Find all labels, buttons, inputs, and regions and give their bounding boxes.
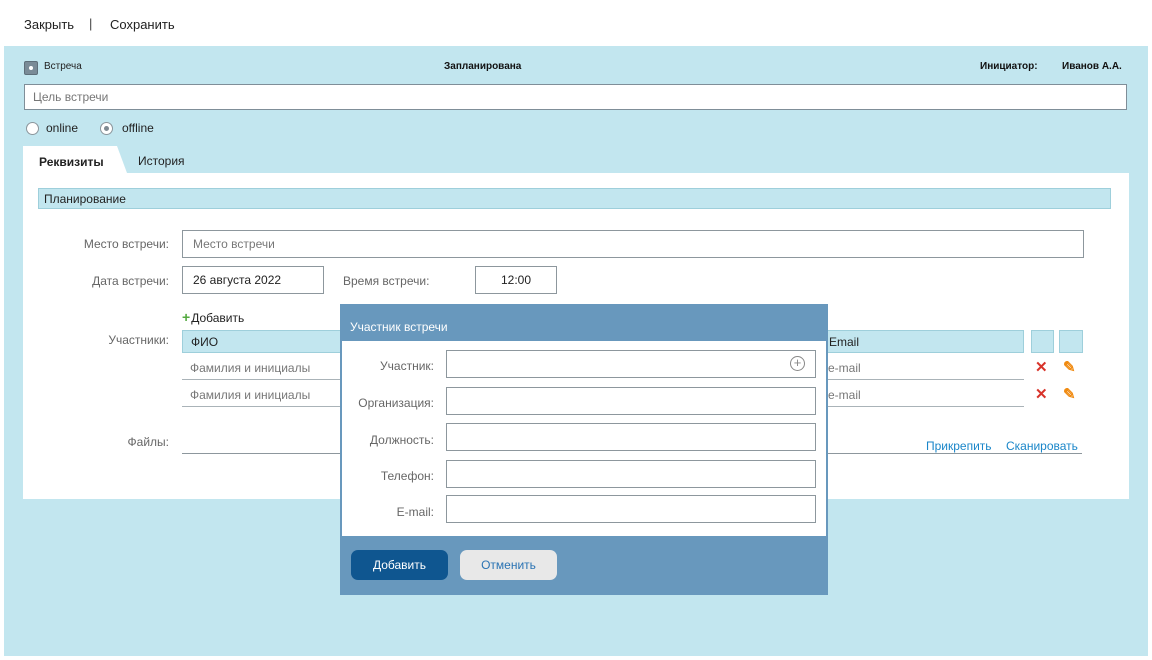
organization-field[interactable] [446, 387, 816, 415]
tab-requisites-label: Реквизиты [39, 155, 104, 169]
cancel-button[interactable]: Отменить [460, 550, 557, 580]
place-label: Место встречи: [83, 237, 169, 251]
save-button[interactable]: Сохранить [110, 17, 175, 32]
pencil-icon[interactable]: ✎ [1063, 385, 1076, 403]
email-field-label: E-mail: [396, 505, 434, 519]
offline-label: offline [122, 121, 154, 135]
place-input[interactable]: Место встречи [182, 230, 1084, 258]
participant-field-label: Участник: [380, 359, 434, 373]
time-label: Время встречи: [343, 274, 430, 288]
participants-label: Участники: [108, 333, 169, 347]
planning-section-header: Планирование [38, 188, 1111, 209]
phone-field-label: Телефон: [380, 469, 434, 483]
plus-icon: + [182, 309, 191, 325]
tab-requisites[interactable]: Реквизиты [23, 146, 127, 173]
plus-circle-icon[interactable]: + [790, 356, 805, 371]
date-label: Дата встречи: [92, 274, 169, 288]
meeting-purpose-input[interactable] [24, 84, 1127, 110]
initiator-value: Иванов А.А. [1062, 61, 1122, 72]
initiator-label: Инициатор: [980, 61, 1038, 72]
attach-link[interactable]: Прикрепить [926, 439, 992, 453]
toolbar: Закрыть | Сохранить [0, 0, 1152, 46]
online-radio[interactable] [26, 122, 39, 135]
participant-email-cell[interactable]: e-mail [820, 381, 1024, 407]
meeting-icon [24, 61, 38, 75]
scan-link[interactable]: Сканировать [1006, 439, 1078, 453]
date-input[interactable]: 26 августа 2022 [182, 266, 324, 294]
pencil-icon[interactable]: ✎ [1063, 358, 1076, 376]
column-header-edit [1059, 330, 1083, 353]
online-label: online [46, 121, 79, 135]
status-label: Запланирована [444, 61, 522, 72]
close-button[interactable]: Закрыть [24, 17, 74, 32]
time-input[interactable]: 12:00 [475, 266, 557, 294]
document-type: Встреча [44, 61, 82, 72]
offline-radio[interactable] [100, 122, 113, 135]
phone-field[interactable] [446, 460, 816, 488]
position-field[interactable] [446, 423, 816, 451]
delete-participant-icon[interactable]: ✕ [1035, 385, 1048, 403]
column-header-delete [1031, 330, 1054, 353]
participant-email-cell[interactable]: e-mail [820, 354, 1024, 380]
add-participant-label: Добавить [191, 311, 245, 325]
document-header: Встреча Запланирована Инициатор: Иванов … [4, 46, 1148, 82]
participant-dialog: Участник встречи Участник: + Организация… [340, 304, 828, 595]
dialog-body: Участник: + Организация: Должность: Теле… [342, 341, 826, 536]
dialog-title: Участник встречи [350, 320, 448, 334]
toolbar-separator: | [89, 16, 93, 31]
delete-participant-icon[interactable]: ✕ [1035, 358, 1048, 376]
files-label: Файлы: [127, 435, 169, 449]
participant-field[interactable]: + [446, 350, 816, 378]
column-header-email: Email [820, 330, 1024, 353]
add-participant-link[interactable]: +Добавить [182, 309, 244, 325]
organization-field-label: Организация: [358, 396, 434, 410]
email-field[interactable] [446, 495, 816, 523]
position-field-label: Должность: [369, 433, 434, 447]
add-button[interactable]: Добавить [351, 550, 448, 580]
